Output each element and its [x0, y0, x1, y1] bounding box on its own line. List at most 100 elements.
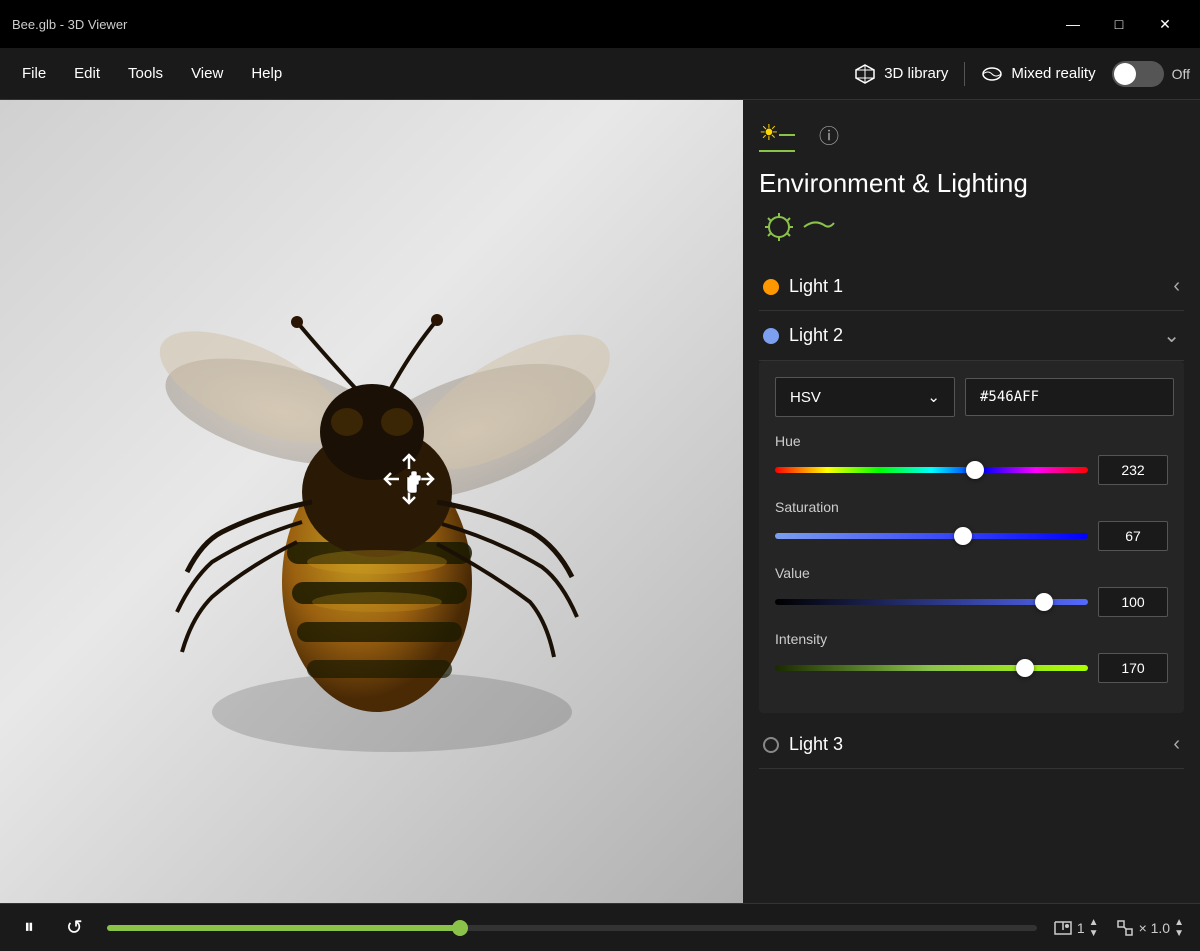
dropdown-chevron: ⌄: [927, 388, 940, 406]
viewport[interactable]: [0, 100, 743, 903]
saturation-track-wrapper[interactable]: [775, 526, 1088, 546]
value-slider-row: Value: [775, 565, 1168, 617]
fps-value: 1: [1077, 920, 1085, 936]
sun-icon: ☀: [759, 120, 779, 146]
hue-thumb[interactable]: [966, 461, 984, 479]
titlebar: Bee.glb - 3D Viewer — □ ✕: [0, 0, 1200, 48]
tab-lighting[interactable]: ☀: [759, 116, 795, 152]
bottom-right-controls: 1 ▲ ▼ × 1.0 ▲ ▼: [1053, 917, 1184, 939]
tab-info[interactable]: ⓘ: [811, 116, 847, 152]
maximize-button[interactable]: □: [1096, 8, 1142, 40]
light-2-item[interactable]: Light 2 ⌄: [759, 311, 1184, 361]
value-slider-container: [775, 587, 1168, 617]
saturation-value-input[interactable]: [1098, 521, 1168, 551]
close-button[interactable]: ✕: [1142, 8, 1188, 40]
saturation-track: [775, 533, 1088, 539]
mixed-reality-icon: [981, 63, 1003, 85]
mixed-reality-toggle[interactable]: Off: [1112, 61, 1190, 87]
light-3-dot: [763, 737, 779, 753]
saturation-slider-container: [775, 521, 1168, 551]
scale-chevrons[interactable]: ▲ ▼: [1174, 917, 1184, 939]
light-3-name: Light 3: [789, 734, 843, 755]
panel-tabs: ☀ ⓘ: [759, 116, 1184, 152]
toggle-off-label: Off: [1172, 66, 1190, 82]
light-3-item[interactable]: Light 3 ‹: [759, 721, 1184, 769]
minimize-button[interactable]: —: [1050, 8, 1096, 40]
menu-file[interactable]: File: [10, 59, 58, 88]
progress-bar[interactable]: [107, 925, 1037, 931]
menu-divider: [964, 62, 965, 86]
toggle-knob: [1114, 63, 1136, 85]
menu-edit[interactable]: Edit: [62, 59, 112, 88]
3d-library-button[interactable]: 3D library: [854, 63, 948, 85]
scale-value: × 1.0: [1139, 920, 1171, 936]
saturation-thumb[interactable]: [954, 527, 972, 545]
light-1-chevron: ‹: [1173, 275, 1180, 298]
intensity-slider-row: Intensity: [775, 631, 1168, 683]
value-thumb[interactable]: [1035, 593, 1053, 611]
intensity-track: [775, 665, 1088, 671]
toggle-switch[interactable]: [1112, 61, 1164, 87]
intensity-track-wrapper[interactable]: [775, 658, 1088, 678]
hue-track-wrapper[interactable]: [775, 460, 1088, 480]
intensity-label: Intensity: [775, 631, 1168, 647]
bottombar: ⏸ ↺ 1 ▲ ▼ × 1.0 ▲ ▼: [0, 903, 1200, 951]
color-hex-input[interactable]: [965, 378, 1174, 416]
menu-help[interactable]: Help: [239, 59, 294, 88]
scale-icon: [1115, 918, 1135, 938]
hue-slider-row: Hue: [775, 433, 1168, 485]
deco-icon: [759, 211, 839, 243]
color-mode-dropdown[interactable]: HSV ⌄: [775, 377, 955, 417]
play-pause-button[interactable]: ⏸: [16, 912, 42, 943]
value-label: Value: [775, 565, 1168, 581]
hue-value-input[interactable]: [1098, 455, 1168, 485]
main-layout: ☀ ⓘ Environment & Lighting: [0, 100, 1200, 903]
window-title: Bee.glb - 3D Viewer: [12, 17, 127, 32]
fps-chevrons[interactable]: ▲ ▼: [1089, 917, 1099, 939]
hue-slider-container: [775, 455, 1168, 485]
light-1-label: Light 1: [763, 276, 843, 297]
panel-title: Environment & Lighting: [759, 168, 1184, 199]
progress-thumb[interactable]: [452, 920, 468, 936]
fps-counter: 1 ▲ ▼: [1053, 917, 1099, 939]
menubar: File Edit Tools View Help 3D library Mix…: [0, 48, 1200, 100]
saturation-slider-row: Saturation: [775, 499, 1168, 551]
light-2-label: Light 2: [763, 325, 843, 346]
progress-fill: [107, 925, 460, 931]
value-value-input[interactable]: [1098, 587, 1168, 617]
value-track-wrapper[interactable]: [775, 592, 1088, 612]
scale-counter: × 1.0 ▲ ▼: [1115, 917, 1184, 939]
light-1-item[interactable]: Light 1 ‹: [759, 263, 1184, 311]
intensity-thumb[interactable]: [1016, 659, 1034, 677]
mixed-reality-button[interactable]: Mixed reality: [981, 63, 1095, 85]
menu-tools[interactable]: Tools: [116, 59, 175, 88]
menu-items: File Edit Tools View Help: [10, 59, 854, 88]
library-icon: [854, 63, 876, 85]
light-2-controls: HSV ⌄ Hue Saturation: [759, 361, 1184, 713]
light-3-chevron: ‹: [1173, 733, 1180, 756]
window-controls: — □ ✕: [1050, 8, 1188, 40]
intensity-slider-container: [775, 653, 1168, 683]
color-mode-value: HSV: [790, 389, 821, 406]
bee-image: [82, 212, 662, 792]
saturation-label: Saturation: [775, 499, 1168, 515]
color-mode-row: HSV ⌄: [775, 377, 1168, 417]
hue-track: [775, 467, 1088, 473]
light-2-dot: [763, 328, 779, 344]
intensity-value-input[interactable]: [1098, 653, 1168, 683]
bee-container: [0, 100, 743, 903]
light-1-name: Light 1: [789, 276, 843, 297]
fps-icon: [1053, 918, 1073, 938]
hue-label: Hue: [775, 433, 1168, 449]
light-3-label: Light 3: [763, 734, 843, 755]
refresh-button[interactable]: ↺: [58, 911, 91, 944]
mixed-reality-label: Mixed reality: [1011, 65, 1095, 82]
deco-sun-line: [759, 211, 1184, 243]
light-2-name: Light 2: [789, 325, 843, 346]
menu-right-actions: 3D library Mixed reality Off: [854, 61, 1190, 87]
light-2-chevron: ⌄: [1163, 323, 1180, 348]
info-icon: ⓘ: [819, 120, 839, 149]
library-label: 3D library: [884, 65, 948, 82]
light-1-dot: [763, 279, 779, 295]
menu-view[interactable]: View: [179, 59, 235, 88]
